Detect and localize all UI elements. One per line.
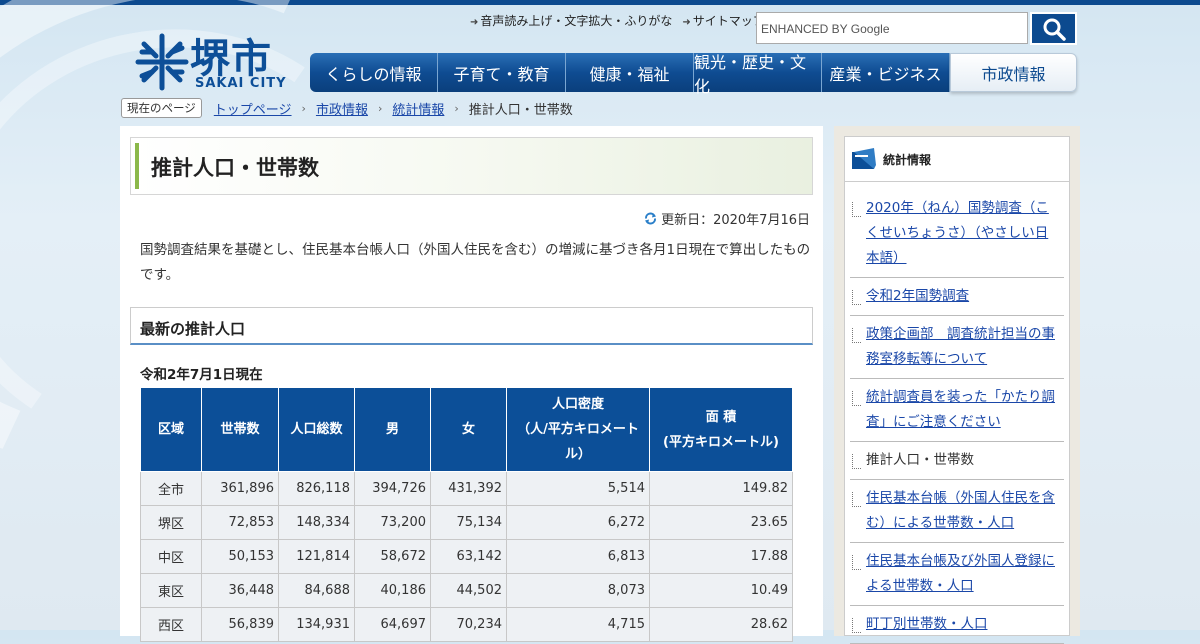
list-item: 令和2年国勢調査 xyxy=(850,278,1064,316)
table-header-row: 区域 世帯数 人口総数 男 女 人口密度 （人/平方キロメート ル） 面 積 (… xyxy=(140,387,793,472)
breadcrumb-link-statistics[interactable]: 統計情報 xyxy=(392,99,444,118)
sidebar-link[interactable]: 統計調査員を装った「かたり調査」にご注意ください xyxy=(866,389,1055,430)
sidebar-link[interactable]: 令和2年国勢調査 xyxy=(866,288,969,304)
list-item: 町丁別世帯数・人口 xyxy=(850,606,1064,644)
table-row: 西区 56,839 134,931 64,697 70,234 4,715 28… xyxy=(140,607,793,642)
list-item: 2020年（ねん）国勢調査（こくせいちょうさ）（やさしい日本語） xyxy=(850,190,1064,278)
population-table: 区域 世帯数 人口総数 男 女 人口密度 （人/平方キロメート ル） 面 積 (… xyxy=(140,387,793,642)
refresh-icon xyxy=(645,212,657,225)
col-header-density: 人口密度 （人/平方キロメート ル） xyxy=(506,387,650,472)
sidebar-panel: 統計情報 2020年（ねん）国勢調査（こくせいちょうさ）（やさしい日本語） 令和… xyxy=(844,136,1070,644)
list-item: 統計調査員を装った「かたり調査」にご注意ください xyxy=(850,379,1064,442)
util-link-accessibility[interactable]: ➜ 音声読み上げ・文字拡大・ふりがな xyxy=(470,12,672,29)
arrow-right-icon: ➜ xyxy=(470,17,479,28)
sidebar-link[interactable]: 住民基本台帳（外国人住民を含む）による世帯数・人口 xyxy=(866,490,1055,531)
utility-links: ➜ 音声読み上げ・文字拡大・ふりがな ➜ サイトマップ xyxy=(470,12,765,29)
col-header-households: 世帯数 xyxy=(201,387,279,472)
nav-health-welfare[interactable]: 健康・福祉 xyxy=(566,53,694,92)
table-row: 全市 361,896 826,118 394,726 431,392 5,514… xyxy=(140,471,793,506)
search-input[interactable] xyxy=(757,13,1033,45)
breadcrumb: 現在のページ トップページ › 市政情報 › 統計情報 › 推計人口・世帯数 xyxy=(121,98,573,118)
sakai-emblem-icon xyxy=(135,33,189,91)
arrow-right-icon: ➜ xyxy=(682,17,691,28)
list-item: 住民基本台帳及び外国人登録による世帯数・人口 xyxy=(850,543,1064,606)
search-button[interactable] xyxy=(1030,12,1077,45)
breadcrumb-link-top[interactable]: トップページ xyxy=(214,99,292,118)
section-heading: 最新の推計人口 xyxy=(130,307,813,345)
list-item: 推計人口・世帯数 xyxy=(850,442,1064,480)
sidebar-link[interactable]: 住民基本台帳及び外国人登録による世帯数・人口 xyxy=(866,553,1055,594)
search-icon xyxy=(1043,18,1066,41)
nav-childcare-education[interactable]: 子育て・教育 xyxy=(438,53,566,92)
nav-city-administration[interactable]: 市政情報 xyxy=(950,53,1077,92)
breadcrumb-separator-icon: › xyxy=(301,101,306,115)
global-nav: くらしの情報 子育て・教育 健康・福祉 観光・歴史・文化 産業・ビジネス 市政情… xyxy=(310,53,1077,96)
breadcrumb-link-city-admin[interactable]: 市政情報 xyxy=(316,99,368,118)
sidebar-header: 統計情報 xyxy=(845,137,1069,182)
nav-living[interactable]: くらしの情報 xyxy=(310,53,438,92)
sidebar-list: 2020年（ねん）国勢調査（こくせいちょうさ）（やさしい日本語） 令和2年国勢調… xyxy=(845,182,1069,644)
main-content: 推計人口・世帯数 更新日：2020年7月16日 国勢調査結果を基礎とし、住民基本… xyxy=(120,126,823,642)
folder-icon xyxy=(852,148,876,169)
updated-date: 更新日：2020年7月16日 xyxy=(644,209,810,228)
logo-text-en: SAKAI CITY xyxy=(195,76,287,91)
search-box xyxy=(756,12,1033,45)
nav-tourism-culture[interactable]: 観光・歴史・文化 xyxy=(694,53,822,96)
breadcrumb-current: 推計人口・世帯数 xyxy=(468,102,573,118)
col-header-area: 面 積 (平方キロメートル) xyxy=(649,387,793,472)
intro-text: 国勢調査結果を基礎とし、住民基本台帳人口（外国人住民を含む）の増減に基づき各月1… xyxy=(140,242,811,283)
table-row: 東区 36,448 84,688 40,186 44,502 8,073 10.… xyxy=(140,573,793,608)
util-link-sitemap[interactable]: ➜ サイトマップ xyxy=(682,12,764,29)
list-item: 政策企画部 調査統計担当の事務室移転等について xyxy=(850,316,1064,379)
col-header-region: 区域 xyxy=(140,387,202,472)
table-row: 堺区 72,853 148,334 73,200 75,134 6,272 23… xyxy=(140,505,793,540)
title-accent-bar xyxy=(135,143,139,189)
sidebar-link[interactable]: 2020年（ねん）国勢調査（こくせいちょうさ）（やさしい日本語） xyxy=(866,200,1049,266)
col-header-male: 男 xyxy=(354,387,431,472)
sidebar: 統計情報 2020年（ねん）国勢調査（こくせいちょうさ）（やさしい日本語） 令和… xyxy=(834,126,1080,644)
page-title: 推計人口・世帯数 xyxy=(151,156,319,180)
table-row: 中区 50,153 121,814 58,672 63,142 6,813 17… xyxy=(140,539,793,574)
page-title-box: 推計人口・世帯数 xyxy=(130,137,813,195)
site-logo[interactable]: 堺市 SAKAI CITY xyxy=(132,30,302,94)
col-header-female: 女 xyxy=(430,387,507,472)
sidebar-current-item: 推計人口・世帯数 xyxy=(866,452,974,468)
breadcrumb-separator-icon: › xyxy=(454,101,459,115)
breadcrumb-separator-icon: › xyxy=(377,101,383,115)
breadcrumb-label: 現在のページ xyxy=(121,98,202,118)
nav-industry-business[interactable]: 産業・ビジネス xyxy=(822,53,950,92)
as-of-date: 令和2年7月1日現在 xyxy=(140,367,263,383)
list-item: 住民基本台帳（外国人住民を含む）による世帯数・人口 xyxy=(850,480,1064,543)
sidebar-link[interactable]: 政策企画部 調査統計担当の事務室移転等について xyxy=(866,326,1055,367)
col-header-population: 人口総数 xyxy=(278,387,355,472)
sidebar-title: 統計情報 xyxy=(883,152,932,167)
